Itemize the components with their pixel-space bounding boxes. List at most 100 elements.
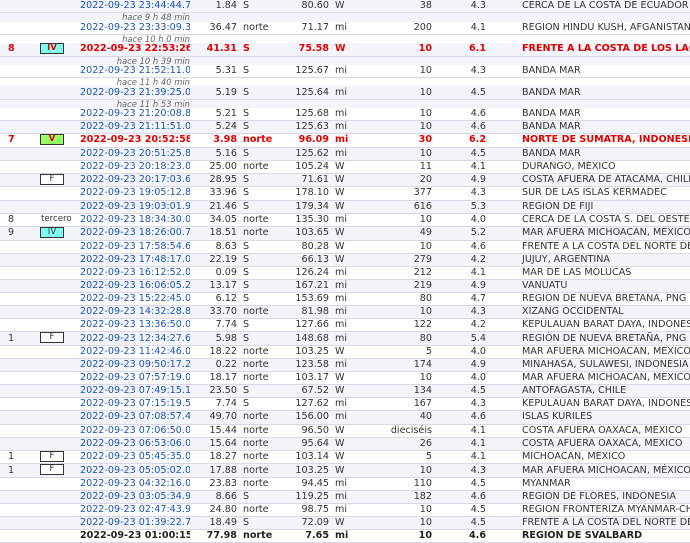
event-datetime-link[interactable]: 2022-09-23 17:48:17.0 [80,253,190,267]
table-row[interactable]: 2022-09-23 17:58:54.6 8.63 S 80.28 W 10 4.6 FRE… [0,240,690,254]
intensity-badge[interactable]: IV [40,43,64,55]
region-name[interactable]: ANTOFAGASTA, CHILE [492,384,690,399]
event-datetime-link[interactable]: 2022-09-23 03:05:34.9 [80,490,190,504]
intensity-badge[interactable]: V [40,134,64,146]
event-datetime-link[interactable]: 2022-09-23 09:50:17.2 [80,358,190,373]
event-datetime-link[interactable]: 2022-09-23 18:34:30.0 [80,213,190,228]
table-row[interactable]: 8 tercero 2022-09-23 18:34:30.0 34.05 norte 1… [0,213,690,228]
region-name[interactable]: MAR DE LAS MOLUCAS [492,266,690,280]
event-datetime-link[interactable]: 2022-09-23 13:36:50.0 [80,318,190,333]
region-name[interactable]: BANDA MAR [492,64,690,79]
region-name[interactable]: COSTA AFUERA OAXACA, MÉXICO [492,424,690,438]
event-datetime-link[interactable]: 2022-09-23 23:33:09.3 [80,21,190,35]
region-name[interactable]: MICHOACAN, MÉXICO [492,450,690,465]
region-name[interactable]: REGIÓN FRONTERIZA MYANMAR-CHINA [492,503,690,518]
region-name[interactable]: REGIÓN DE FIJI [492,200,690,214]
table-row[interactable]: 2022-09-23 23:33:09.3 36.47 norte 71.17 mi 20… [0,21,690,35]
region-name[interactable]: CERCA DE LA COSTA DE ECUADOR [492,0,690,14]
table-row[interactable]: F 2022-09-23 20:17:03.6 28.95 S 71.61 W 20 4.9 C… [0,173,690,188]
table-row[interactable]: 2022-09-23 01:39:22.7 18.49 S 72.09 W 10 4.5 FR… [0,516,690,531]
event-datetime-link[interactable]: 2022-09-23 22:53:26.8 [80,43,190,57]
table-row[interactable]: 2022-09-23 03:05:34.9 8.66 S 119.25 mi 182 4.6… [0,490,690,504]
event-datetime-link[interactable]: 2022-09-23 04:32:16.0 [80,477,190,491]
table-row[interactable]: 2022-09-23 14:32:28.8 33.70 norte 81.98 mi 10… [0,305,690,320]
table-row[interactable]: 2022-09-23 20:18:23.0 25.00 norte 105.24 W 11… [0,160,690,174]
table-row[interactable]: 2022-09-23 16:12:52.0 0.09 S 126.24 mi 212 4.1… [0,266,690,280]
event-datetime-link[interactable]: 2022-09-23 19:03:01.9 [80,200,190,214]
region-name[interactable]: COSTA AFUERA OAXACA, MÉXICO [492,437,690,451]
region-name[interactable]: MAR AFUERA MICHOACAN, MÉXICO [492,463,690,478]
table-row[interactable]: 2022-09-23 09:50:17.2 0.22 norte 123.58 mi 17… [0,358,690,373]
event-datetime-link[interactable]: 2022-09-23 20:51:25.8 [80,147,190,161]
intensity-badge[interactable]: tercero [40,213,73,225]
table-row[interactable]: 2022-09-23 23:44:44.7 1.84 S 80.60 W 38 4.3 CER… [0,0,690,14]
region-name[interactable]: BANDA MAR [492,147,690,161]
table-row[interactable]: 2022-09-23 19:05:12.8 33.96 S 178.10 W 377 4.3… [0,186,690,201]
event-datetime-link[interactable]: 2022-09-23 07:57:19.0 [80,371,190,386]
region-name[interactable]: JUJUY, ARGENTINA [492,253,690,267]
event-datetime-link[interactable]: 2022-09-23 20:17:03.6 [80,173,190,188]
region-name[interactable]: REGIÓN HINDÚ KUSH, AFGANISTÁN [492,21,690,35]
table-row[interactable]: 2022-09-23 07:06:50.0 15.44 norte 96.50 Wdie… [0,424,690,438]
table-row[interactable]: 8IV 2022-09-23 22:53:26.841.31S75.58W106.… [0,43,690,57]
event-datetime-link[interactable]: 2022-09-23 23:44:44.7 [80,0,190,14]
event-datetime-link[interactable]: 2022-09-23 15:22:45.0 [80,292,190,307]
region-name[interactable]: XIZANG OCCIDENTAL [492,305,690,320]
event-datetime-link[interactable]: 2022-09-23 07:06:50.0 [80,424,190,438]
table-row[interactable]: 2022-09-23 21:20:08.8 5.21 S 125.68 mi 10 4.6 B… [0,107,690,122]
table-row[interactable]: 2022-09-23 02:47:43.9 24.80 norte 98.75 mi 10… [0,503,690,518]
event-datetime-link[interactable]: 2022-09-23 11:42:46.0 [80,345,190,360]
table-row[interactable]: 1 F 2022-09-23 12:34:27.6 5.98 S 148.68 mi 80 5.… [0,331,690,346]
region-name[interactable]: CERCA DE LA COSTA S. DEL OESTE DE HONSHU [492,213,690,228]
region-name[interactable]: SUR DE LAS ISLAS KERMADEC [492,186,690,201]
region-name[interactable]: NORTE DE SUMATRA, INDONESIA [492,133,690,148]
region-name[interactable]: BANDA MAR [492,120,690,135]
event-datetime-link[interactable]: 2022-09-23 20:52:58.1 [80,133,190,148]
table-row[interactable]: 2022-09-23 07:15:19.5 7.74 S 127.62 mi 167 4.3… [0,397,690,412]
event-datetime-link[interactable]: 2022-09-23 21:52:11.0 [80,64,190,79]
intensity-badge[interactable]: F [40,450,64,462]
region-name[interactable]: FRENTE A LA COSTA DEL NORTE DEL PERÚ [492,516,690,531]
table-row[interactable]: 2022-09-23 21:39:25.0 5.19 S 125.64 mi 10 4.5 B… [0,86,690,100]
table-row[interactable]: 2022-09-23 21:52:11.0 5.31 S 125.67 mi 10 4.3 B… [0,64,690,79]
region-name[interactable]: MINAHASA, SULAWESI, INDONESIA [492,358,690,373]
event-datetime-link[interactable]: 2022-09-23 01:39:22.7 [80,516,190,531]
region-name[interactable]: BANDA MAR [492,86,690,100]
event-datetime-link[interactable]: 2022-09-23 07:15:19.5 [80,397,190,412]
table-row[interactable]: 2022-09-23 21:11:51.0 5.24 S 125.63 mi 10 4.6 B… [0,120,690,135]
table-row[interactable]: 2022-09-23 01:00:15.577.98norte7.65mi104… [0,529,690,543]
event-datetime-link[interactable]: 2022-09-23 07:49:15.1 [80,384,190,399]
table-row[interactable]: 2022-09-23 07:49:15.1 23.50 S 67.52 W 134 4.5 A… [0,384,690,399]
region-name[interactable]: KEPULAUAN BARAT DAYA, INDONESIA [492,397,690,412]
table-row[interactable]: 2022-09-23 04:32:16.0 23.83 norte 94.45 mi 11… [0,477,690,491]
event-datetime-link[interactable]: 2022-09-23 17:58:54.6 [80,240,190,254]
region-name[interactable]: MAR AFUERA MICHOACAN, MÉXICO [492,226,690,241]
event-datetime-link[interactable]: 2022-09-23 16:12:52.0 [80,266,190,280]
table-row[interactable]: 2022-09-23 15:22:45.0 6.12 S 153.69 mi 80 4.7 R… [0,292,690,307]
event-datetime-link[interactable]: 2022-09-23 21:20:08.8 [80,107,190,122]
region-name[interactable]: REGIÓN DE NUEVA BRETAÑA, PNG [492,292,690,307]
table-row[interactable]: 1 F 2022-09-23 05:45:35.0 18.27 norte 103.14 W… [0,450,690,465]
region-name[interactable]: KEPULAUAN BARAT DAYA, INDONESIA [492,318,690,333]
table-row[interactable]: 2022-09-23 06:53:06.0 15.64 norte 95.64 W 26 4… [0,437,690,451]
event-datetime-link[interactable]: 2022-09-23 16:06:05.2 [80,279,190,294]
event-datetime-link[interactable]: 2022-09-23 21:11:51.0 [80,120,190,135]
region-name[interactable]: FRENTE A LA COSTA DEL NORTE DEL PERÚ [492,240,690,254]
event-datetime-link[interactable]: 2022-09-23 14:32:28.8 [80,305,190,320]
table-row[interactable]: 9 IV 2022-09-23 18:26:00.7 18.51 norte 103.65… [0,226,690,241]
region-name[interactable]: BANDA MAR [492,107,690,122]
table-row[interactable]: 7V 2022-09-23 20:52:58.13.98norte96.09mi3… [0,133,690,148]
region-name[interactable]: REGIÓN DE NUEVA BRETAÑA, PNG [492,331,690,346]
intensity-badge[interactable]: F [40,173,64,185]
event-datetime-link[interactable]: 2022-09-23 20:18:23.0 [80,160,190,174]
region-name[interactable]: MYANMAR [492,477,690,491]
table-row[interactable]: 2022-09-23 19:03:01.9 21.46 S 179.34 W 616 5.3… [0,200,690,214]
region-name[interactable]: ISLAS KURILES [492,410,690,425]
region-name[interactable]: REGIÓN DE SVALBARD [492,529,690,543]
table-row[interactable]: 2022-09-23 16:06:05.2 13.17 S 167.21 mi 219 4.… [0,279,690,294]
region-name[interactable]: REGIÓN DE FLORES, INDONESIA [492,490,690,504]
table-row[interactable]: 2022-09-23 20:51:25.8 5.16 S 125.62 mi 10 4.5 B… [0,147,690,161]
table-row[interactable]: 2022-09-23 11:42:46.0 18.22 norte 103.25 W 5 4… [0,345,690,360]
event-datetime-link[interactable]: 2022-09-23 21:39:25.0 [80,86,190,100]
intensity-badge[interactable]: F [40,464,64,476]
